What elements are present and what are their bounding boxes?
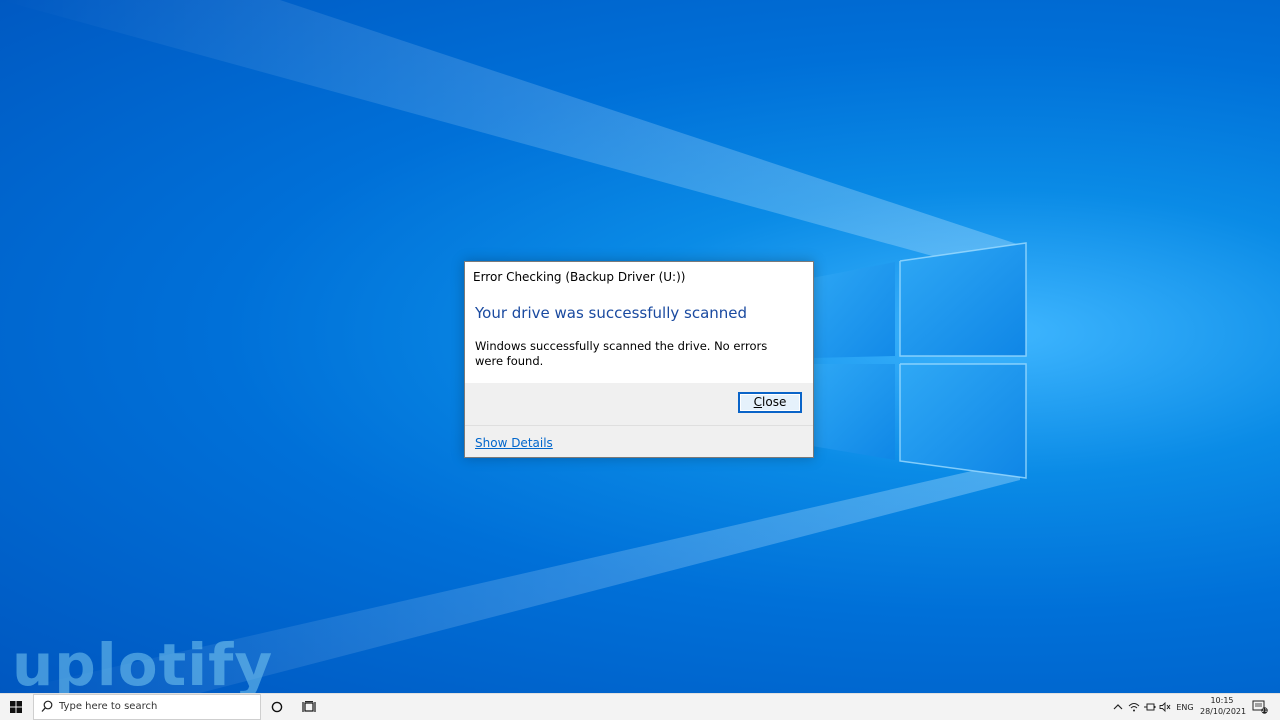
- dialog-message: Windows successfully scanned the drive. …: [475, 339, 768, 368]
- close-button[interactable]: Close: [738, 392, 802, 413]
- watermark-logo: uplotify: [12, 631, 274, 693]
- notification-icon: 21: [1252, 700, 1268, 714]
- search-placeholder: Type here to search: [59, 701, 158, 712]
- error-checking-dialog: Error Checking (Backup Driver (U:)) Your…: [464, 261, 814, 458]
- dialog-heading: Your drive was successfully scanned: [475, 304, 748, 322]
- clock-date: 28/10/2021: [1200, 707, 1247, 716]
- wifi-icon: [1128, 703, 1140, 712]
- cortana-circle-icon: [271, 701, 283, 713]
- search-icon: [41, 700, 53, 712]
- dialog-button-bar: Close: [465, 383, 813, 426]
- cortana-button[interactable]: [266, 694, 288, 720]
- volume-tray-button[interactable]: [1158, 694, 1172, 720]
- volume-muted-icon: [1159, 702, 1171, 712]
- battery-tray-button[interactable]: [1143, 694, 1157, 720]
- close-button-label: lose: [762, 395, 787, 409]
- clock-time: 10:15: [1210, 696, 1234, 705]
- input-language-indicator[interactable]: ENG: [1174, 694, 1196, 720]
- notification-count: 21: [1262, 708, 1268, 714]
- dialog-footer: Show Details: [465, 426, 813, 457]
- network-tray-button[interactable]: [1127, 694, 1141, 720]
- action-center-button[interactable]: 21: [1250, 694, 1270, 720]
- battery-plug-icon: [1144, 703, 1156, 711]
- taskbar-clock[interactable]: 10:15 28/10/2021: [1200, 695, 1247, 717]
- show-details-link[interactable]: Show Details: [475, 436, 553, 450]
- chevron-up-icon: [1113, 704, 1123, 710]
- windows-start-icon: [10, 701, 22, 713]
- task-view-icon: [302, 701, 316, 712]
- taskbar: Type here to search ENG 10:15 28/10/2021…: [0, 693, 1280, 720]
- dialog-title: Error Checking (Backup Driver (U:)): [473, 270, 686, 284]
- task-view-button[interactable]: [298, 694, 320, 720]
- show-hidden-icons-button[interactable]: [1110, 694, 1126, 720]
- taskbar-search-box[interactable]: Type here to search: [33, 694, 261, 720]
- start-button[interactable]: [0, 694, 32, 720]
- desktop: uplotify Error Checking (Backup Driver (…: [0, 0, 1280, 693]
- close-button-access-key: C: [753, 395, 763, 409]
